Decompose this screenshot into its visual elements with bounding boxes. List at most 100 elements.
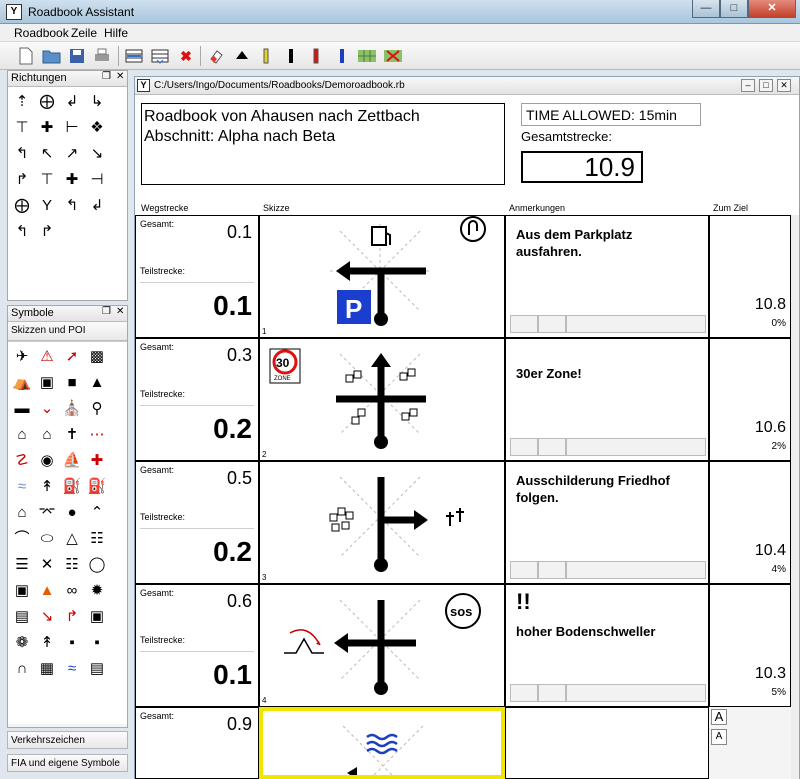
table-row[interactable]: Gesamt: 0.9 A A [135,707,799,779]
panel-close-icon[interactable]: ✕ [116,306,124,317]
line-yellow-icon[interactable] [256,46,276,66]
note-field[interactable] [510,438,538,456]
direction-fork-icon[interactable]: ↱ [10,167,34,191]
wall-icon[interactable]: ▦ [35,656,59,680]
note-cell[interactable]: Aus dem Parkplatz ausfahren. [505,215,709,338]
rails-icon[interactable]: ☷ [60,552,84,576]
dashed-line-icon[interactable]: ⋯ [85,422,109,446]
dip-icon[interactable]: ⌄ [35,396,59,420]
direction-y-icon[interactable]: Y [35,193,59,217]
tunnel-arch-icon[interactable]: ∩ [10,656,34,680]
distance-cell[interactable]: Gesamt: 0.6 Teilstrecke: 0.1 [135,584,259,707]
airplane-icon[interactable]: ✈ [10,344,34,368]
railway-crossing-icon[interactable]: ➚ [60,344,84,368]
billboard-icon[interactable]: ▩ [85,344,109,368]
note-field[interactable] [566,315,706,333]
doc-maximize-button[interactable]: □ [759,79,773,92]
sketch-cell[interactable]: 3 [259,461,505,584]
pylon-icon[interactable]: △ [60,526,84,550]
direction-uturn-icon[interactable]: ↰ [10,219,34,243]
cone-icon[interactable]: ▲ [35,578,59,602]
pin-icon[interactable]: ⚲ [85,396,109,420]
ferry-icon[interactable]: ⛵ [60,448,84,472]
font-size-increase-button[interactable]: A [711,709,727,725]
close-button[interactable]: ✕ [748,0,796,18]
distance-cell[interactable]: Gesamt: 0.5 Teilstrecke: 0.2 [135,461,259,584]
tab-verkehrszeichen[interactable]: Verkehrszeichen [7,731,128,749]
table-row[interactable]: Gesamt: 0.5 Teilstrecke: 0.2 3 Ausschild… [135,461,799,584]
factory-icon[interactable]: ▣ [10,578,34,602]
direction-bend-left-icon[interactable]: ↖ [35,141,59,165]
tent-icon[interactable]: ▲ [85,370,109,394]
direction-keep-left2-icon[interactable]: ↲ [85,193,109,217]
car-icon[interactable]: ▬ [10,396,34,420]
bridge-icon[interactable]: ⛺ [10,370,34,394]
distance-cell[interactable]: Gesamt: 0.3 Teilstrecke: 0.2 [135,338,259,461]
arrow-up-icon[interactable] [232,46,252,66]
note-field[interactable] [510,315,538,333]
direction-t-icon[interactable]: ⊤ [10,115,34,139]
panel-close-icon[interactable]: ✕ [116,71,124,82]
line-black-icon[interactable] [281,46,301,66]
direction-fork-right-icon[interactable]: ⊢ [60,115,84,139]
forest-icon[interactable]: ↟ [35,474,59,498]
map-icon[interactable] [357,46,377,66]
note-field[interactable] [538,438,566,456]
open-folder-icon[interactable] [42,46,62,66]
drop-right-icon[interactable]: ↘ [35,604,59,628]
river-icon[interactable]: ≈ [10,474,34,498]
truck-icon[interactable]: ▣ [85,604,109,628]
note-field[interactable] [538,315,566,333]
note-field[interactable] [538,561,566,579]
note-field[interactable] [566,684,706,702]
line-blue-icon[interactable] [332,46,352,66]
hump-icon[interactable]: ⌤ [35,500,59,524]
save-icon[interactable] [67,46,87,66]
note-cell[interactable] [505,707,709,779]
bus-icon[interactable]: ■ [60,370,84,394]
step-icon[interactable]: ↱ [60,604,84,628]
oval-icon[interactable]: ⬭ [35,526,59,550]
danger-icon[interactable]: ☡ [10,448,34,472]
direction-right-icon[interactable]: ↳ [85,89,109,113]
insert-row-icon[interactable] [124,46,144,66]
fence-icon[interactable]: ☷ [85,526,109,550]
water-tower-icon[interactable]: ▤ [85,656,109,680]
note-field[interactable] [538,684,566,702]
mountain-icon[interactable]: ⌃ [85,500,109,524]
hill-icon[interactable]: ⌒ [10,526,34,550]
eye-icon[interactable]: ◉ [35,448,59,472]
water-icon[interactable]: ≈ [60,656,84,680]
cross-x-icon[interactable]: ✕ [35,552,59,576]
distance-cell[interactable]: Gesamt: 0.1 Teilstrecke: 0.1 [135,215,259,338]
sketch-cell-selected[interactable] [259,707,505,779]
direction-straight-icon[interactable]: ⇡ [10,89,34,113]
tunnel-icon[interactable]: ▣ [35,370,59,394]
note-field[interactable] [566,561,706,579]
note-cell[interactable]: !! hoher Bodenschweller [505,584,709,707]
houses-icon[interactable]: ⌂ [35,422,59,446]
distance-cell[interactable]: Gesamt: 0.9 [135,707,259,779]
rail-icon[interactable]: ☰ [10,552,34,576]
direction-bend-right-icon[interactable]: ↗ [60,141,84,165]
direction-t2-icon[interactable]: ⊤ [35,167,59,191]
red-cross-icon[interactable]: ✚ [85,448,109,472]
menu-hilfe[interactable]: Hilfe [104,26,128,40]
font-size-decrease-button[interactable]: A [711,729,727,745]
print-icon[interactable] [92,46,112,66]
direction-sharp-right-icon[interactable]: ↘ [85,141,109,165]
float-icon[interactable]: ❐ [102,306,111,317]
note-field[interactable] [510,684,538,702]
time-allowed-field[interactable]: TIME ALLOWED: 15min [521,103,701,126]
menu-roadbook[interactable]: Roadbook [14,26,69,40]
church-icon[interactable]: ⛪ [60,396,84,420]
direction-diamond-icon[interactable]: ❖ [85,115,109,139]
motorbike-icon[interactable]: ● [60,500,84,524]
direction-left-t-icon[interactable]: ⊣ [85,167,109,191]
delete-row-icon[interactable]: ✖ [176,46,196,66]
circle-icon[interactable]: ◯ [85,552,109,576]
warning-triangle-icon[interactable]: ⚠ [35,344,59,368]
eraser-icon[interactable] [206,46,226,66]
note-cell[interactable]: Ausschilderung Friedhof folgen. [505,461,709,584]
direction-cross-icon[interactable]: ✚ [35,115,59,139]
